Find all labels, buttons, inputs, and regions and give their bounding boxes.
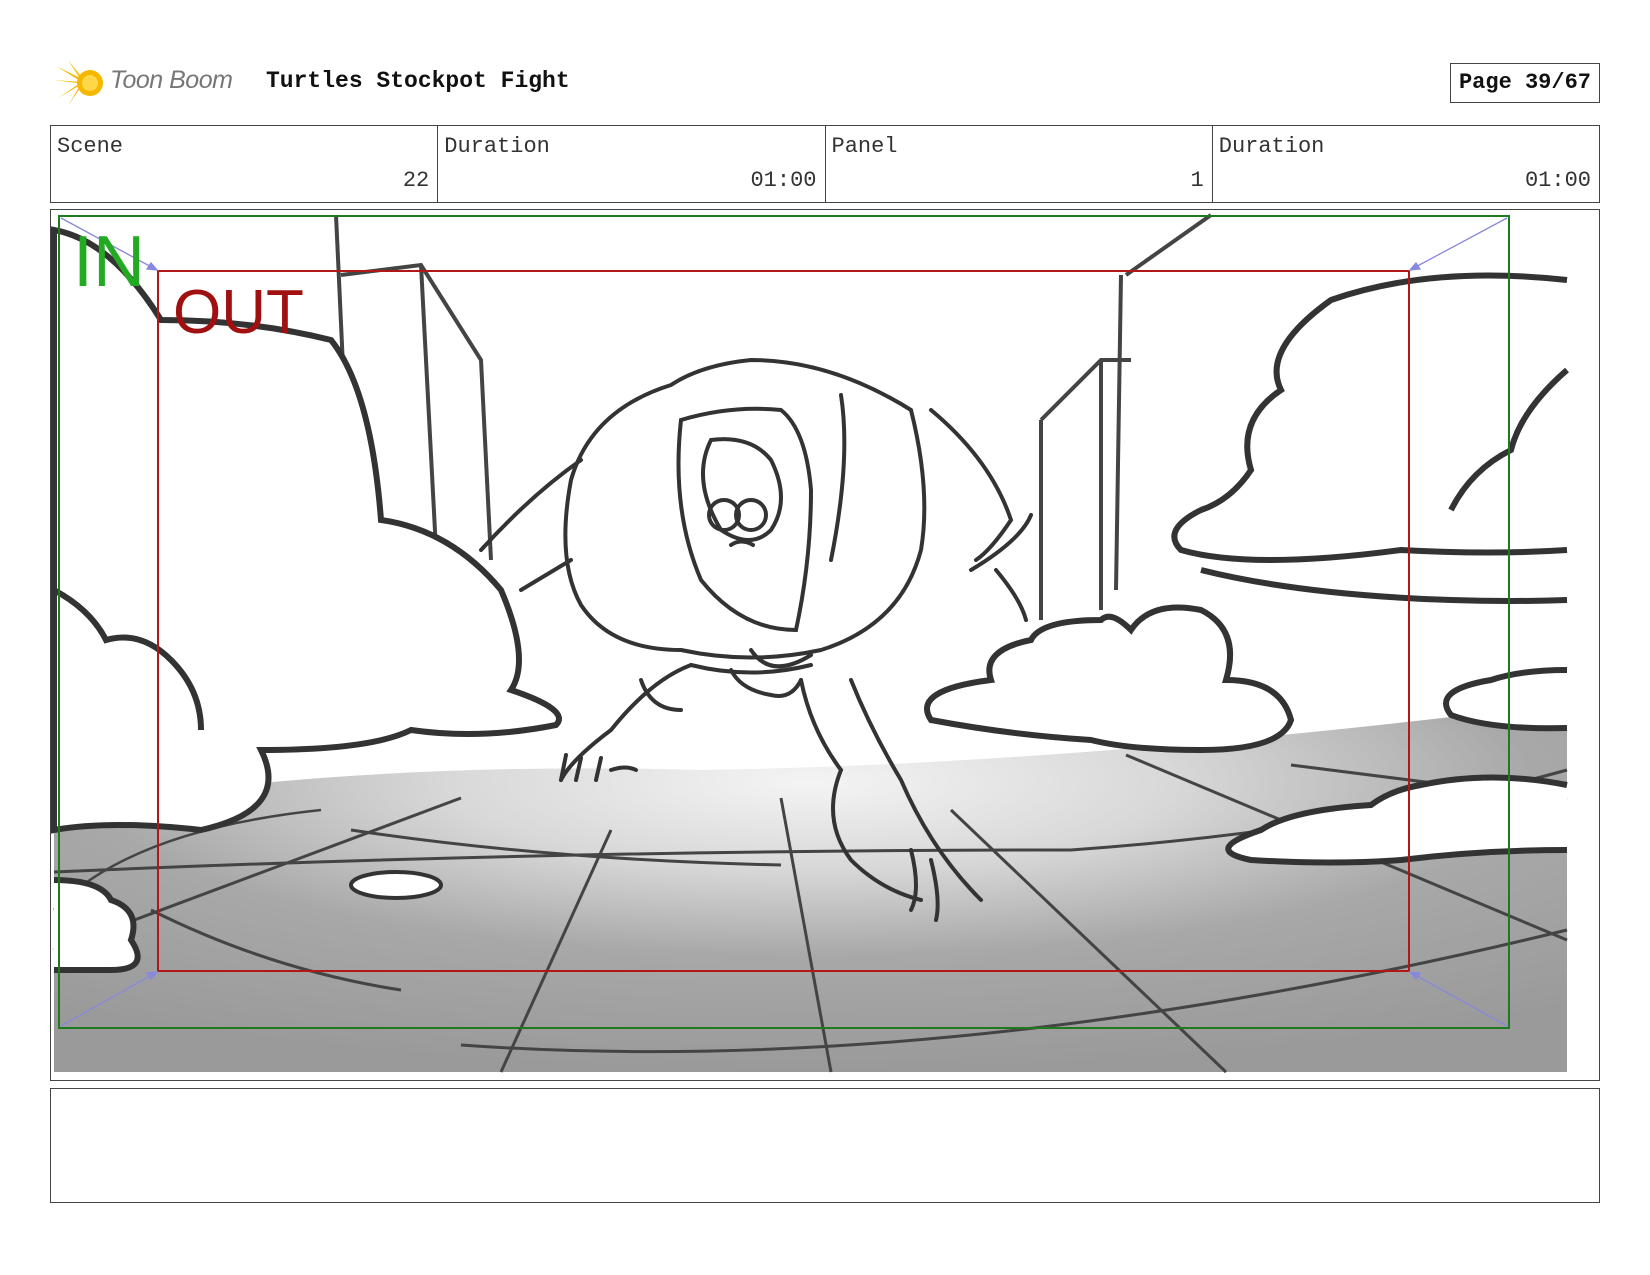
in-label: IN bbox=[73, 222, 145, 302]
out-label: OUT bbox=[173, 278, 304, 347]
panel-duration-cell: Duration 01:00 bbox=[1213, 126, 1599, 202]
scene-duration-label: Duration bbox=[444, 134, 550, 159]
panel-duration-value: 01:00 bbox=[1524, 168, 1591, 193]
scene-info-table: Scene 22 Duration 01:00 Panel 1 Duration… bbox=[50, 125, 1600, 203]
storyboard-header: Toon Boom Turtles Stockpot Fight Page 39… bbox=[50, 58, 1600, 106]
scene-value: 22 bbox=[402, 168, 430, 193]
panel-value: 1 bbox=[1190, 168, 1204, 193]
logo-text: Toon Boom bbox=[110, 66, 233, 94]
scene-duration-value: 01:00 bbox=[750, 168, 817, 193]
page-indicator: Page 39/67 bbox=[1449, 63, 1600, 103]
panel-duration-label: Duration bbox=[1218, 134, 1325, 159]
floor-sketch bbox=[53, 710, 1568, 1074]
document-title: Turtles Stockpot Fight bbox=[266, 68, 570, 94]
panel-cell: Panel 1 bbox=[826, 126, 1213, 202]
scene-cell: Scene 22 bbox=[51, 126, 439, 202]
storyboard-panel: IN OUT bbox=[50, 209, 1600, 1081]
scene-duration-cell: Duration 01:00 bbox=[438, 126, 826, 202]
scene-label: Scene bbox=[57, 134, 124, 159]
toon-boom-logo: Toon Boom bbox=[54, 58, 259, 106]
panel-label: Panel bbox=[831, 134, 898, 159]
sun-burst-icon bbox=[54, 60, 103, 106]
panel-notes-box bbox=[50, 1088, 1600, 1203]
